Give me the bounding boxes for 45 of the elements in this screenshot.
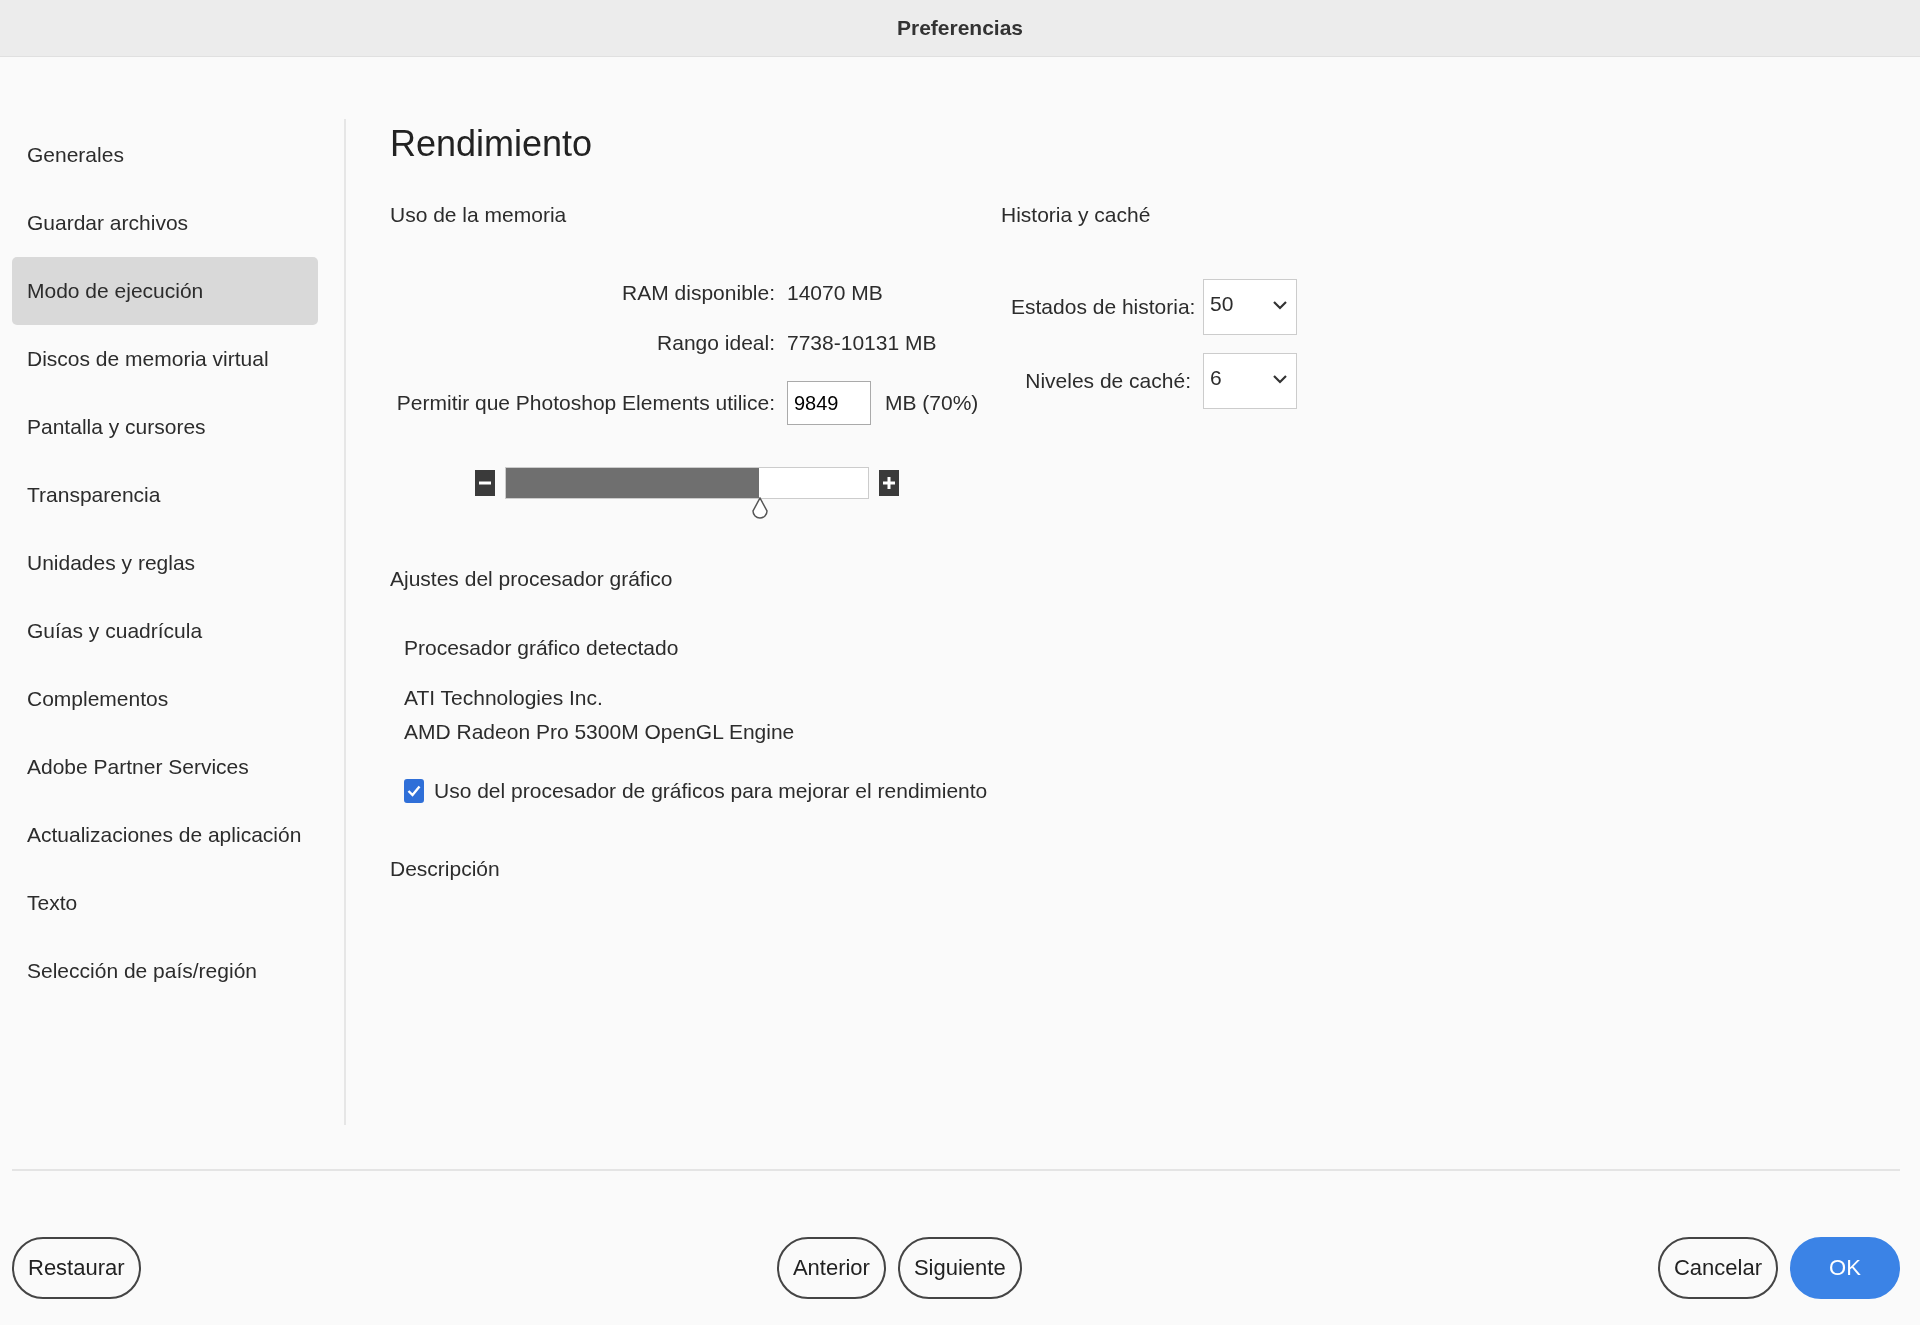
sidebar-item[interactable]: Pantalla y cursores — [12, 393, 318, 461]
minus-icon[interactable] — [475, 470, 495, 496]
sidebar-item[interactable]: Selección de país/región — [12, 937, 318, 1005]
dropdown[interactable]: 6 — [1203, 353, 1297, 409]
field-value: 7738-10131 MB — [787, 331, 938, 355]
footer-button[interactable]: Cancelar — [1657, 1237, 1778, 1299]
checkbox-label: Uso del procesador de gráficos para mejorar el rendimiento — [434, 779, 988, 803]
sidebar-item[interactable]: Transparencia — [12, 461, 318, 529]
footer-button[interactable]: Siguiente — [897, 1237, 1022, 1299]
slider-thumb[interactable] — [750, 497, 769, 521]
sidebar-item[interactable]: Texto — [12, 869, 318, 937]
gpu-renderer: AMD Radeon Pro 5300M OpenGL Engine — [404, 719, 796, 745]
section-heading: Descripción — [390, 856, 501, 882]
chevron-down-icon — [1272, 300, 1288, 310]
window-title: Preferencias — [896, 16, 1024, 40]
section-heading: Ajustes del procesador gráfico — [390, 566, 674, 592]
sidebar-item[interactable]: Generales — [12, 121, 318, 189]
page-title: Rendimiento — [390, 122, 594, 166]
field-label: Permitir que Photoshop Elements utilice: — [395, 391, 775, 415]
gpu-detected-label: Procesador gráfico detectado — [404, 635, 680, 661]
section-heading: Uso de la memoria — [390, 202, 568, 228]
gpu-vendor: ATI Technologies Inc. — [404, 685, 604, 711]
unit-label: MB (70%) — [885, 391, 979, 415]
memory-input[interactable]: 9849 — [787, 381, 871, 425]
field-value: 14070 MB — [787, 281, 884, 305]
check-icon — [407, 785, 421, 797]
sidebar-item[interactable]: Guardar archivos — [12, 189, 318, 257]
chevron-down-icon — [1272, 374, 1288, 384]
sidebar-item[interactable]: Complementos — [12, 665, 318, 733]
section-heading: Historia y caché — [1001, 202, 1152, 228]
sidebar-item[interactable]: Guías y cuadrícula — [12, 597, 318, 665]
checkbox[interactable] — [404, 779, 424, 803]
footer-button[interactable]: OK — [1790, 1237, 1900, 1299]
sidebar-item[interactable]: Actualizaciones de aplicación — [12, 801, 318, 869]
sidebar-item[interactable]: Discos de memoria virtual — [12, 325, 318, 393]
footer-button[interactable]: Restaurar — [12, 1237, 141, 1299]
plus-icon[interactable] — [879, 470, 899, 496]
sidebar-item[interactable]: Adobe Partner Services — [12, 733, 318, 801]
field-label: Niveles de caché: — [1024, 369, 1191, 393]
field-label: RAM disponible: — [621, 281, 775, 305]
sidebar-item[interactable]: Unidades y reglas — [12, 529, 318, 597]
field-label: Rango ideal: — [656, 331, 775, 355]
sidebar-item[interactable]: Modo de ejecución — [12, 257, 318, 325]
dropdown[interactable]: 50 — [1203, 279, 1297, 335]
footer-button[interactable]: Anterior — [776, 1237, 886, 1299]
